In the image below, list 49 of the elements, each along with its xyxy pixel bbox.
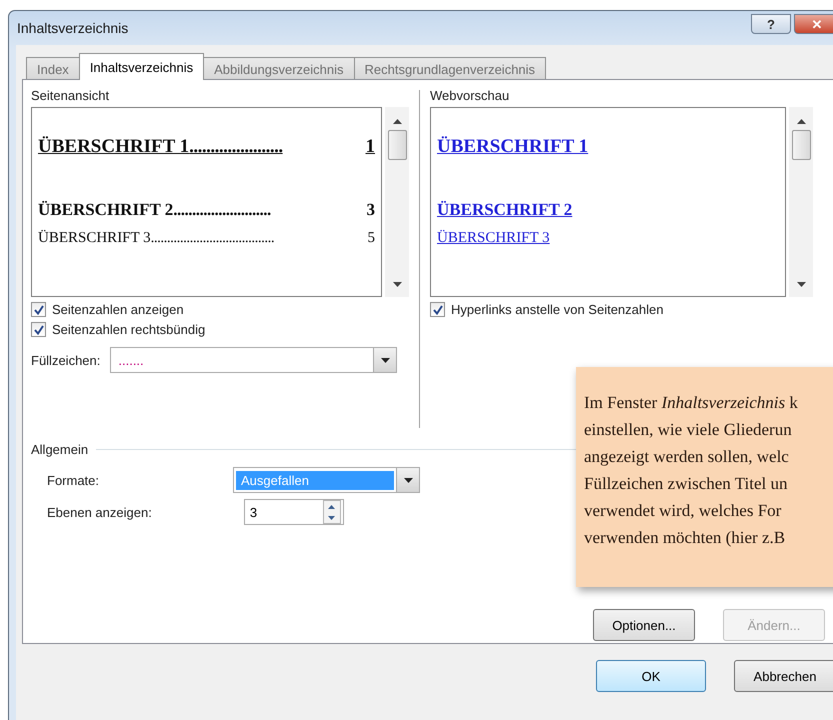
toc-entry-title: ÜBERSCHRIFT 3: [38, 230, 151, 247]
toc-page-number: 5: [368, 230, 375, 247]
scrollbar-thumb[interactable]: [388, 130, 406, 160]
toc-entry-title: ÜBERSCHRIFT 1: [38, 136, 190, 158]
section-label: Seitenansicht: [31, 88, 110, 103]
tab[interactable]: Abbildungsverzeichnis: [203, 57, 354, 80]
caret-icon: [404, 478, 412, 482]
checkbox[interactable]: [430, 302, 445, 317]
group-label: Allgemein: [31, 442, 88, 457]
scroll-down-icon[interactable]: [392, 282, 402, 287]
toc-leader: ......................................: [150, 230, 276, 247]
scroll-up-icon[interactable]: [796, 119, 806, 124]
options-button[interactable]: Optionen...: [593, 609, 695, 641]
spin-up-icon[interactable]: [328, 504, 336, 508]
callout-text: Im Fenster Inhaltsverzeichnis k einstellen, wie viele Gliederun angezeigt werden sollen, welc Füllzeichen zwischen Titel un verwendet wird, welches For verwenden möchten (hier z.B: [584, 392, 799, 549]
caret-icon: [380, 358, 390, 362]
spin-down-icon[interactable]: [328, 516, 336, 520]
scrollbar[interactable]: [789, 107, 813, 297]
scroll-down-icon[interactable]: [796, 282, 806, 287]
toc-entry-title: ÜBERSCHRIFT 2: [38, 200, 174, 220]
cancel-button[interactable]: Abbrechen: [734, 660, 833, 692]
checkbox[interactable]: [31, 302, 46, 317]
scroll-up-icon[interactable]: [392, 119, 402, 124]
field-label: Füllzeichen:: [31, 352, 100, 368]
tab[interactable]: Index: [26, 57, 80, 80]
checkbox[interactable]: [31, 322, 46, 337]
scrollbar-thumb[interactable]: [792, 130, 810, 160]
toc-link[interactable]: ÜBERSCHRIFT 2: [437, 200, 572, 220]
field-label: Formate:: [47, 472, 100, 488]
tab[interactable]: Rechtsgrundlagenverzeichnis: [354, 57, 546, 80]
ok-button[interactable]: OK: [596, 660, 706, 692]
toc-leader: ..........................: [173, 200, 272, 220]
toc-link[interactable]: ÜBERSCHRIFT 3: [437, 230, 550, 247]
field-label: Ebenen anzeigen:: [47, 504, 152, 520]
levels-spinner[interactable]: 3: [244, 499, 344, 525]
toc-link[interactable]: ÜBERSCHRIFT 1: [437, 136, 588, 158]
toc-page-number: 3: [366, 200, 375, 220]
tab[interactable]: Inhaltsverzeichnis: [78, 53, 204, 80]
help-button[interactable]: ?: [751, 14, 791, 34]
checkmark-icon: [432, 304, 442, 314]
checkbox-label: Seitenzahlen rechtsbündig: [52, 322, 206, 337]
toc-leader: ......................: [189, 136, 284, 158]
leader-dropdown[interactable]: .......: [110, 347, 398, 373]
scrollbar[interactable]: [385, 107, 409, 297]
checkbox-label: Hyperlinks anstelle von Seitenzahlen: [451, 302, 664, 317]
checkbox-label: Seitenzahlen anzeigen: [52, 302, 184, 317]
toc-page-number: 1: [366, 136, 375, 158]
section-label: Webvorschau: [430, 88, 510, 103]
window-title: Inhaltsverzeichnis: [17, 20, 130, 36]
